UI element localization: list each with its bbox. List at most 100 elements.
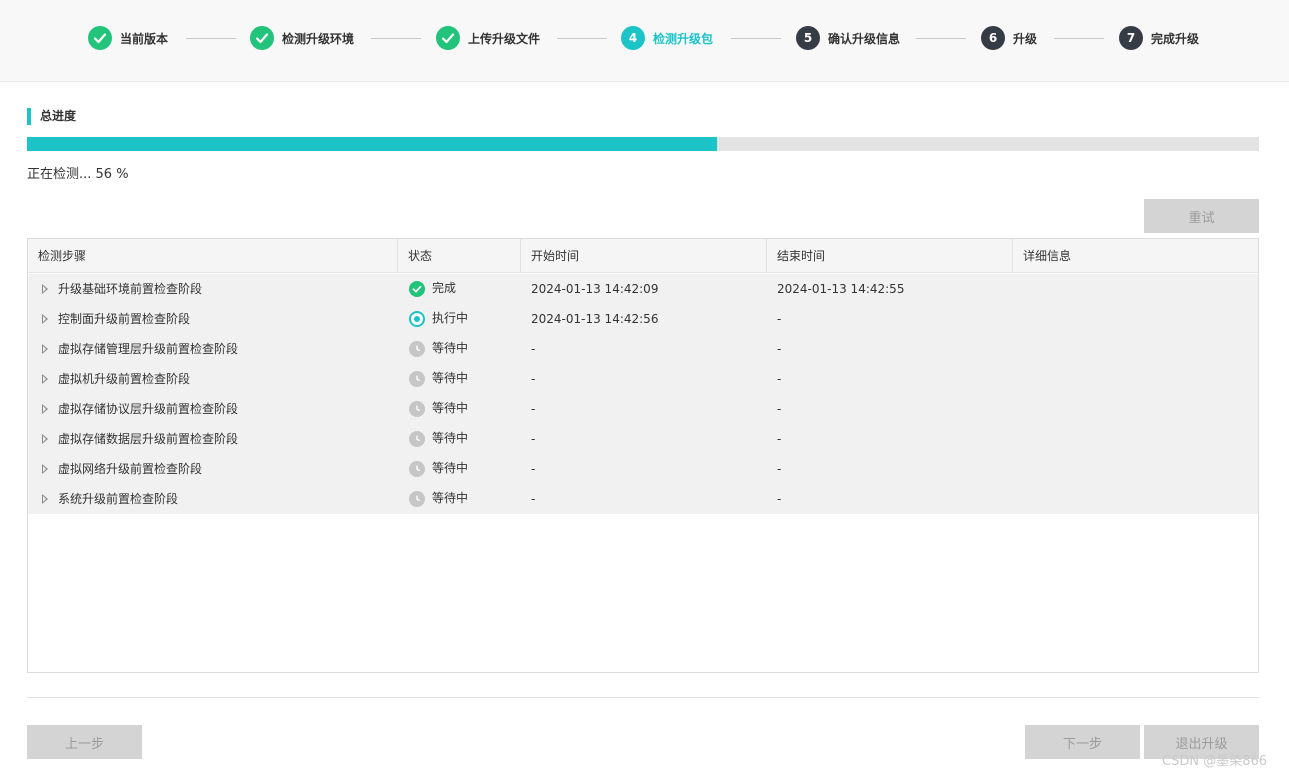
step-label: 上传升级文件: [468, 31, 541, 46]
clock-icon: [409, 401, 425, 417]
cell-step: 虚拟机升级前置检查阶段: [58, 372, 191, 386]
clock-icon: [409, 491, 425, 507]
prev-step-button[interactable]: 上一步: [27, 725, 142, 759]
table-row[interactable]: 升级基础环境前置检查阶段 完成 2024-01-13 14:42:09 2024-01…: [28, 274, 1258, 304]
cell-step: 控制面升级前置检查阶段: [58, 312, 191, 326]
cell-end-time: 2024-01-13 14:42:55: [777, 282, 905, 296]
step-number: 4: [621, 26, 645, 50]
table-header: 检测步骤 状态 开始时间 结束时间 详细信息: [28, 239, 1258, 273]
cell-end-time: -: [777, 462, 782, 476]
expand-caret-icon[interactable]: [42, 494, 48, 504]
success-check-icon: [409, 281, 425, 297]
cell-end-time: -: [777, 432, 782, 446]
next-step-button[interactable]: 下一步: [1025, 725, 1140, 759]
step-connector: [186, 38, 236, 39]
expand-caret-icon[interactable]: [42, 284, 48, 294]
clock-icon: [409, 341, 425, 357]
check-icon: [88, 26, 112, 50]
cell-end-time: -: [777, 372, 782, 386]
cell-status: 等待中: [432, 401, 469, 415]
table-row[interactable]: 虚拟机升级前置检查阶段 等待中 - -: [28, 364, 1258, 394]
cell-status: 完成: [432, 281, 457, 295]
clock-icon: [409, 371, 425, 387]
step-number: 5: [796, 26, 820, 50]
step-connector: [371, 38, 421, 39]
cell-step: 虚拟存储管理层升级前置检查阶段: [58, 342, 239, 356]
cell-step: 升级基础环境前置检查阶段: [58, 282, 203, 296]
step-label: 完成升级: [1151, 31, 1200, 46]
cell-step: 系统升级前置检查阶段: [58, 492, 179, 506]
cell-start-time: -: [531, 462, 536, 476]
step-connector: [916, 38, 966, 39]
step-connector: [1054, 38, 1104, 39]
cell-start-time: -: [531, 372, 536, 386]
column-header-end-time[interactable]: 结束时间: [767, 239, 1013, 273]
cell-start-time: -: [531, 492, 536, 506]
step-check-env: 检测升级环境: [250, 26, 354, 50]
retry-button[interactable]: 重试: [1144, 199, 1259, 233]
cell-status: 等待中: [432, 491, 469, 505]
expand-caret-icon[interactable]: [42, 314, 48, 324]
step-label: 检测升级环境: [282, 31, 355, 46]
step-upload-file: 上传升级文件: [436, 26, 540, 50]
table-row[interactable]: 虚拟存储管理层升级前置检查阶段 等待中 - -: [28, 334, 1258, 364]
clock-icon: [409, 431, 425, 447]
expand-caret-icon[interactable]: [42, 434, 48, 444]
cell-step: 虚拟存储协议层升级前置检查阶段: [58, 402, 239, 416]
column-header-status[interactable]: 状态: [398, 239, 521, 273]
table-row[interactable]: 系统升级前置检查阶段 等待中 - -: [28, 484, 1258, 514]
step-upgrade: 6 升级: [981, 26, 1037, 50]
running-icon: [409, 311, 425, 327]
step-label: 检测升级包: [653, 31, 714, 46]
step-number: 7: [1119, 26, 1143, 50]
step-complete: 7 完成升级: [1119, 26, 1199, 50]
check-icon: [436, 26, 460, 50]
footer-divider: [27, 697, 1259, 698]
section-title: 总进度: [40, 109, 77, 123]
step-label: 升级: [1013, 31, 1038, 46]
cell-step: 虚拟网络升级前置检查阶段: [58, 462, 203, 476]
progress-bar: [27, 137, 1259, 151]
cell-start-time: -: [531, 432, 536, 446]
expand-caret-icon[interactable]: [42, 404, 48, 414]
expand-caret-icon[interactable]: [42, 344, 48, 354]
cell-status: 等待中: [432, 371, 469, 385]
clock-icon: [409, 461, 425, 477]
table-row[interactable]: 虚拟存储协议层升级前置检查阶段 等待中 - -: [28, 394, 1258, 424]
cell-status: 执行中: [432, 311, 469, 325]
cell-end-time: -: [777, 312, 782, 326]
step-connector: [731, 38, 781, 39]
step-confirm-info: 5 确认升级信息: [796, 26, 900, 50]
cell-status: 等待中: [432, 431, 469, 445]
cell-start-time: 2024-01-13 14:42:09: [531, 282, 659, 296]
check-steps-table: 检测步骤 状态 开始时间 结束时间 详细信息 升级基础环境前置检查阶段 完成 202…: [27, 238, 1259, 673]
expand-caret-icon[interactable]: [42, 374, 48, 384]
step-current-version: 当前版本: [88, 26, 168, 50]
step-label: 确认升级信息: [828, 31, 901, 46]
table-body: 升级基础环境前置检查阶段 完成 2024-01-13 14:42:09 2024-01…: [28, 274, 1258, 514]
check-icon: [250, 26, 274, 50]
cell-status: 等待中: [432, 341, 469, 355]
table-row[interactable]: 虚拟网络升级前置检查阶段 等待中 - -: [28, 454, 1258, 484]
upgrade-stepper: 当前版本 检测升级环境 上传升级文件 4 检测升级包 5 确认升级信息 6 升级…: [0, 0, 1289, 82]
progress-status-text: 正在检测... 56 %: [27, 167, 129, 182]
cell-status: 等待中: [432, 461, 469, 475]
step-connector: [557, 38, 607, 39]
progress-fill: [27, 137, 717, 151]
column-header-detail[interactable]: 详细信息: [1013, 239, 1258, 273]
table-row[interactable]: 虚拟存储数据层升级前置检查阶段 等待中 - -: [28, 424, 1258, 454]
table-row[interactable]: 控制面升级前置检查阶段 执行中 2024-01-13 14:42:56 -: [28, 304, 1258, 334]
watermark: CSDN @墨染866: [1162, 754, 1268, 769]
cell-start-time: -: [531, 342, 536, 356]
cell-step: 虚拟存储数据层升级前置检查阶段: [58, 432, 239, 446]
cell-end-time: -: [777, 402, 782, 416]
cell-start-time: 2024-01-13 14:42:56: [531, 312, 659, 326]
expand-caret-icon[interactable]: [42, 464, 48, 474]
cell-end-time: -: [777, 492, 782, 506]
cell-end-time: -: [777, 342, 782, 356]
step-label: 当前版本: [120, 31, 169, 46]
cell-start-time: -: [531, 402, 536, 416]
column-header-start-time[interactable]: 开始时间: [521, 239, 767, 273]
section-accent-bar: [27, 108, 31, 125]
column-header-step[interactable]: 检测步骤: [28, 239, 398, 273]
